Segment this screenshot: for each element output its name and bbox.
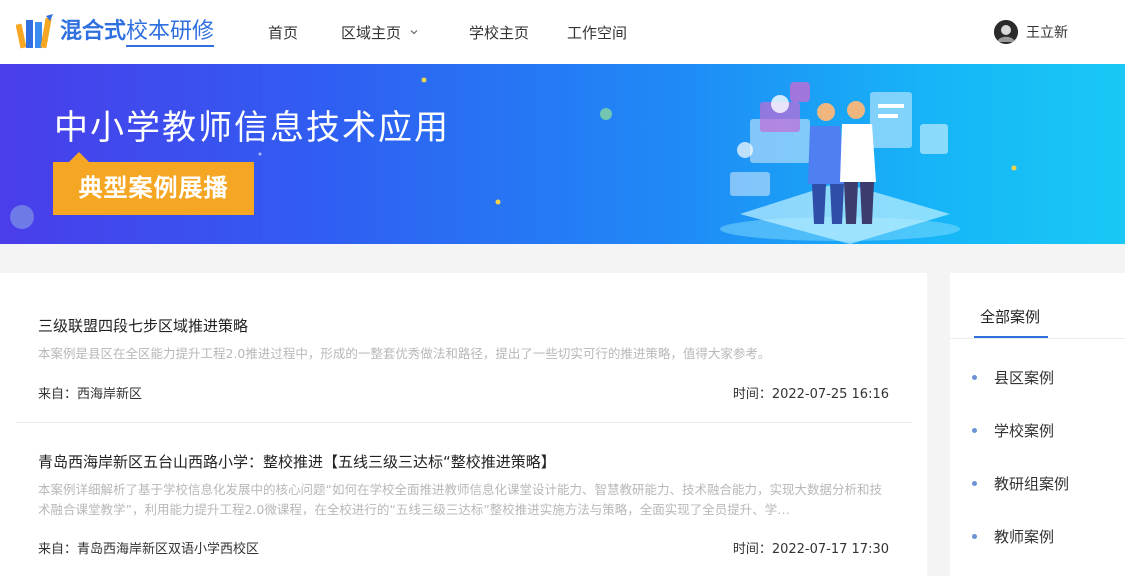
- decor-dot: [1011, 165, 1017, 171]
- sidebar-item-label: 学校案例: [994, 421, 1055, 440]
- nav-item-workspace[interactable]: 工作空间: [567, 0, 627, 64]
- logo-text: 混合式校本研修: [60, 12, 215, 52]
- user-name: 王立新: [1026, 25, 1068, 41]
- case-time: 时间：2022-07-17 17:30: [732, 542, 889, 557]
- site-logo[interactable]: 混合式校本研修: [16, 12, 215, 52]
- sidebar-item-label: 县区案例: [994, 368, 1055, 387]
- decor-dot: [421, 77, 427, 83]
- bullet-icon: [972, 533, 977, 539]
- nav-item-label: 学校主页: [469, 23, 530, 42]
- decor-dot: [495, 199, 501, 205]
- bullet-icon: [972, 374, 977, 380]
- case-category-sidebar: 全部案例 县区案例 学校案例 教研组案例 教师案例: [950, 273, 1125, 576]
- page: 混合式校本研修 首页 区域主页 学校主页 工作空间 王立新 中小学教师信息技术应…: [0, 0, 1125, 576]
- sidebar-item-label: 教研组案例: [994, 474, 1070, 493]
- list-item: 三级联盟四段七步区域推进策略 本案例是县区在全区能力提升工程2.0推进过程中，形…: [16, 273, 912, 422]
- chevron-down-icon: [410, 30, 418, 35]
- people-dashboard-illustration-icon: [720, 82, 960, 244]
- banner-tag: 典型案例展播: [53, 152, 254, 215]
- case-source: 来自：西海岸新区: [38, 387, 143, 402]
- case-title-link[interactable]: 三级联盟四段七步区域推进策略: [38, 315, 248, 336]
- logo-text-plain: 校本研修: [126, 19, 215, 47]
- banner-tag-text: 典型案例展播: [78, 174, 229, 202]
- sidebar-item-county[interactable]: 县区案例: [972, 366, 1054, 388]
- tab-all-cases[interactable]: 全部案例: [980, 306, 1040, 327]
- sidebar-item-teacher[interactable]: 教师案例: [972, 525, 1054, 547]
- case-list: 三级联盟四段七步区域推进策略 本案例是县区在全区能力提升工程2.0推进过程中，形…: [0, 273, 927, 576]
- case-title-link[interactable]: 青岛西海岸新区五台山西路小学：整校推进【五线三级三达标“整校推进策略】: [38, 451, 556, 472]
- nav-item-school[interactable]: 学校主页: [469, 0, 529, 64]
- nav-item-label: 工作空间: [567, 23, 628, 42]
- decor-dot: [600, 108, 612, 120]
- logo-text-strong: 混合式: [60, 19, 127, 44]
- decor-circle: [10, 205, 34, 229]
- bullet-icon: [972, 480, 977, 486]
- nav-item-label: 首页: [268, 23, 299, 42]
- banner-title: 中小学教师信息技术应用: [54, 108, 450, 148]
- bullet-icon: [972, 427, 977, 433]
- nav-item-region[interactable]: 区域主页: [341, 0, 419, 64]
- case-time: 时间：2022-07-25 16:16: [732, 387, 889, 402]
- nav-item-home[interactable]: 首页: [268, 0, 298, 64]
- list-item: 青岛西海岸新区五台山西路小学：整校推进【五线三级三达标“整校推进策略】 本案例详…: [16, 423, 912, 576]
- sidebar-item-label: 教师案例: [994, 527, 1055, 546]
- user-avatar-icon: [994, 20, 1018, 44]
- case-source: 来自：青岛西海岸新区双语小学西校区: [38, 542, 260, 557]
- sidebar-item-research-group[interactable]: 教研组案例: [972, 472, 1069, 494]
- nav-item-label: 区域主页: [341, 23, 402, 42]
- books-logo-icon: [16, 14, 53, 49]
- sidebar-item-school[interactable]: 学校案例: [972, 419, 1054, 441]
- active-tab-underline: [974, 336, 1048, 338]
- top-header: 混合式校本研修 首页 区域主页 学校主页 工作空间 王立新: [0, 0, 1125, 64]
- case-description: 本案例是县区在全区能力提升工程2.0推进过程中，形成的一整套优秀做法和路径，提出…: [38, 346, 771, 361]
- sidebar-header: 全部案例: [950, 273, 1125, 339]
- decor-dot: [258, 152, 262, 156]
- avatar: [994, 20, 1018, 44]
- case-description: 本案例详细解析了基于学校信息化发展中的核心问题“如何在学校全面推进教师信息化课堂…: [38, 482, 882, 517]
- hero-banner: 中小学教师信息技术应用 典型案例展播: [0, 64, 1125, 244]
- user-menu[interactable]: 王立新: [994, 20, 1068, 44]
